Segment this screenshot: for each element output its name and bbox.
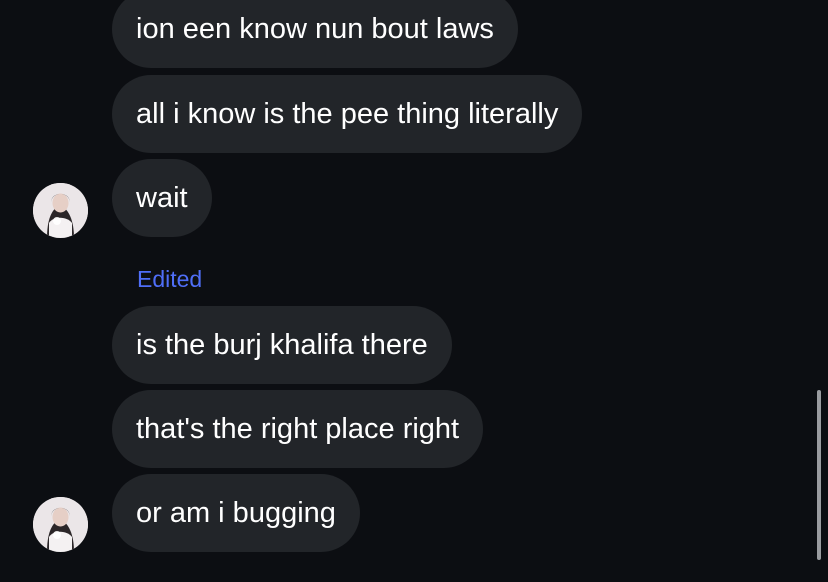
chat-thread: ion een know nun bout laws all i know is… xyxy=(0,0,828,582)
message-bubble[interactable]: that's the right place right xyxy=(112,390,484,468)
message-bubble[interactable]: wait xyxy=(112,159,212,237)
message-bubble[interactable]: ion een know nun bout laws xyxy=(112,0,518,68)
edited-label: Edited xyxy=(137,266,203,292)
avatar[interactable] xyxy=(33,497,88,552)
message-bubble[interactable]: is the burj khalifa there xyxy=(112,306,452,384)
avatar-photo-icon xyxy=(33,497,88,552)
scrollbar[interactable] xyxy=(817,390,821,560)
message-bubble[interactable]: or am i bugging xyxy=(112,474,360,552)
avatar-photo-icon xyxy=(33,183,88,238)
message-bubble[interactable]: all i know is the pee thing literally xyxy=(112,75,583,153)
avatar[interactable] xyxy=(33,183,88,238)
